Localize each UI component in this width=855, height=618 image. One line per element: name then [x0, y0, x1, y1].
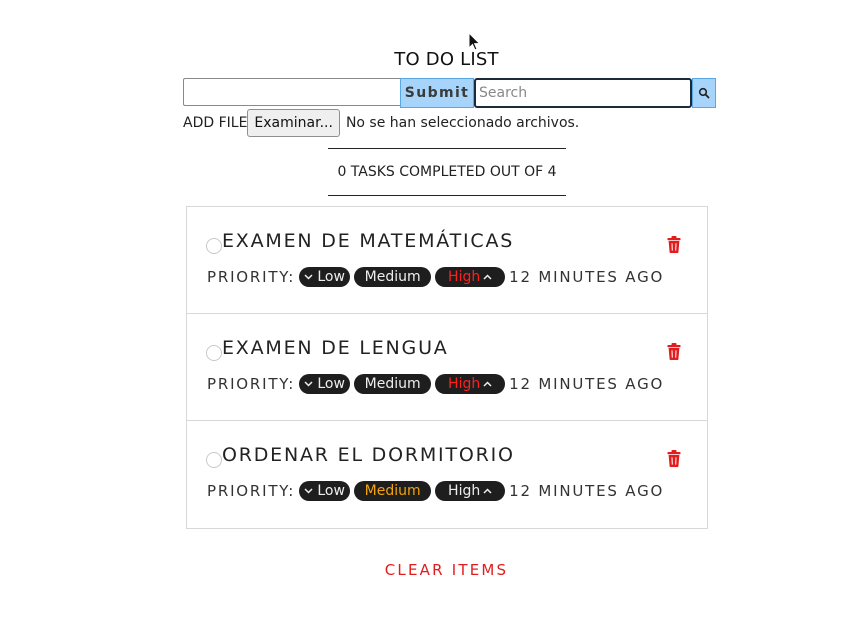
- priority-low-label: Low: [317, 376, 345, 392]
- task-time: 12 MINUTES AGO: [509, 482, 665, 500]
- priority-medium-button[interactable]: Medium: [354, 481, 432, 501]
- search-icon: [698, 87, 710, 99]
- chevron-up-icon: [483, 274, 492, 280]
- submit-button[interactable]: Submit: [400, 78, 474, 108]
- priority-medium-label: Medium: [364, 376, 421, 392]
- trash-icon[interactable]: [667, 236, 681, 253]
- priority-medium-label: Medium: [364, 269, 421, 285]
- page-title: TO DO LIST: [394, 49, 499, 70]
- priority-low-label: Low: [317, 269, 345, 285]
- task-item: ORDENAR EL DORMITORIO PRIORITY: Low Medi…: [187, 421, 707, 528]
- file-label: ADD FILE: [183, 115, 248, 131]
- task-time: 12 MINUTES AGO: [509, 375, 665, 393]
- chevron-down-icon: [304, 274, 313, 280]
- trash-icon[interactable]: [667, 343, 681, 360]
- task-item: EXAMEN DE MATEMÁTICAS PRIORITY: Low Medi…: [187, 207, 707, 314]
- task-title: EXAMEN DE MATEMÁTICAS: [222, 230, 515, 252]
- priority-label: PRIORITY:: [207, 268, 296, 286]
- task-title: EXAMEN DE LENGUA: [222, 337, 449, 359]
- priority-label: PRIORITY:: [207, 375, 296, 393]
- search-button[interactable]: [692, 78, 716, 108]
- task-complete-radio[interactable]: [206, 345, 222, 361]
- priority-medium-button[interactable]: Medium: [354, 374, 432, 394]
- trash-icon[interactable]: [667, 450, 681, 467]
- priority-low-button[interactable]: Low: [299, 374, 351, 394]
- chevron-down-icon: [304, 381, 313, 387]
- file-browse-button[interactable]: Examinar...: [247, 109, 340, 137]
- priority-medium-button[interactable]: Medium: [354, 267, 432, 287]
- task-input[interactable]: [183, 78, 400, 106]
- task-item: EXAMEN DE LENGUA PRIORITY: Low Medium Hi…: [187, 314, 707, 421]
- task-complete-radio[interactable]: [206, 238, 222, 254]
- task-list: EXAMEN DE MATEMÁTICAS PRIORITY: Low Medi…: [186, 206, 708, 529]
- priority-high-label: High: [448, 483, 481, 499]
- file-upload-row: ADD FILE Examinar... No se han seleccion…: [183, 108, 579, 138]
- priority-low-button[interactable]: Low: [299, 481, 351, 501]
- priority-high-label: High: [448, 269, 481, 285]
- search-input[interactable]: [474, 78, 692, 108]
- priority-high-button[interactable]: High: [435, 481, 506, 501]
- priority-label: PRIORITY:: [207, 482, 296, 500]
- clear-items-button[interactable]: CLEAR ITEMS: [0, 561, 855, 579]
- task-title: ORDENAR EL DORMITORIO: [222, 444, 515, 466]
- tasks-completed-status: 0 TASKS COMPLETED OUT OF 4: [328, 148, 566, 196]
- priority-row: PRIORITY: Low Medium High 12 MINUTES AGO: [207, 480, 664, 502]
- task-time: 12 MINUTES AGO: [509, 268, 665, 286]
- priority-row: PRIORITY: Low Medium High 12 MINUTES AGO: [207, 266, 664, 288]
- priority-high-button[interactable]: High: [435, 374, 506, 394]
- priority-high-label: High: [448, 376, 481, 392]
- priority-low-button[interactable]: Low: [299, 267, 351, 287]
- file-status-text: No se han seleccionado archivos.: [345, 115, 580, 131]
- priority-medium-label: Medium: [364, 483, 421, 499]
- task-form: Submit: [183, 78, 716, 108]
- priority-row: PRIORITY: Low Medium High 12 MINUTES AGO: [207, 373, 664, 395]
- priority-low-label: Low: [317, 483, 345, 499]
- chevron-up-icon: [483, 488, 492, 494]
- chevron-up-icon: [483, 381, 492, 387]
- chevron-down-icon: [304, 488, 313, 494]
- task-complete-radio[interactable]: [206, 452, 222, 468]
- priority-high-button[interactable]: High: [435, 267, 506, 287]
